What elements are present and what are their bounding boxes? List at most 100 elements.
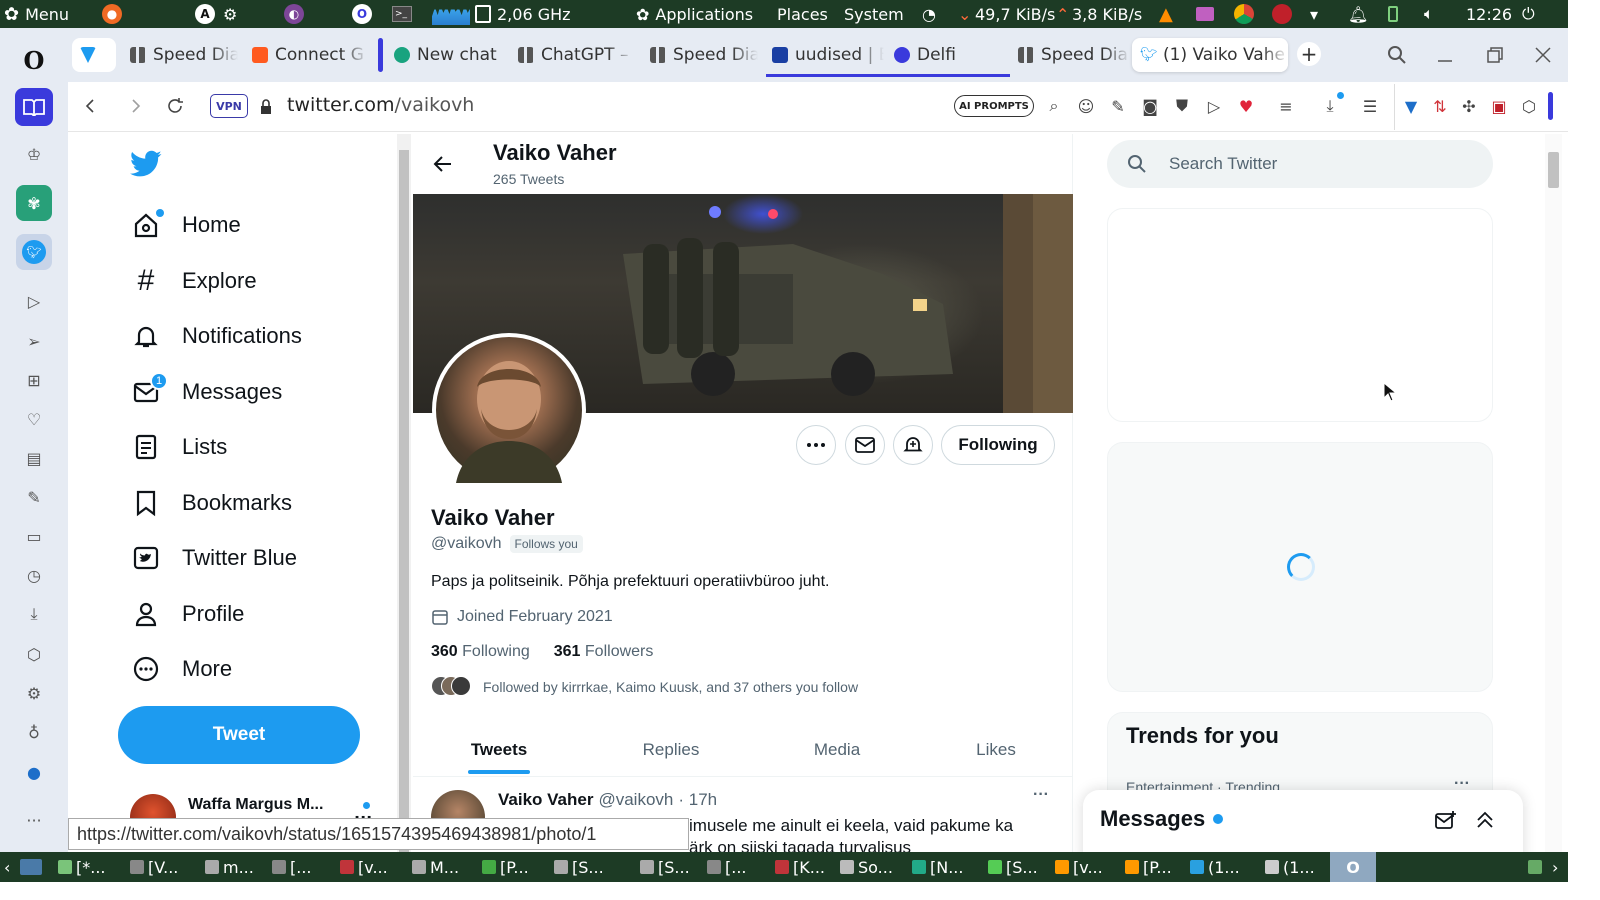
workspace-icon[interactable] (15, 88, 53, 126)
heart-icon[interactable]: ♡ (22, 407, 46, 431)
profile-avatar[interactable] (432, 333, 586, 487)
places-menu[interactable]: Places (777, 0, 828, 28)
tweet-time[interactable]: · 17h (678, 790, 717, 810)
restore-icon[interactable] (1480, 40, 1510, 70)
taskbar-item[interactable]: (1... (1190, 852, 1240, 882)
send-icon[interactable]: ➢ (22, 329, 46, 353)
tab-delfi[interactable]: Delfi (886, 38, 1006, 72)
tor-launcher-icon[interactable]: ◐ (284, 0, 304, 28)
left-scrollbar[interactable] (397, 134, 411, 852)
vlc-tray-icon[interactable]: ▲ (1159, 0, 1173, 28)
page-scrollbar[interactable] (1545, 134, 1562, 852)
easy-setup-icon[interactable]: ☰ (1360, 96, 1380, 116)
tab-speed-dial-2[interactable]: Speed Dia (642, 38, 758, 72)
nav-profile[interactable]: Profile (132, 592, 244, 636)
nav-more[interactable]: More (132, 647, 232, 691)
history-icon[interactable]: ◷ (22, 563, 46, 587)
volume-icon[interactable]: 🔈︎ (1424, 0, 1434, 28)
extensions-cube-icon[interactable]: ⬡ (22, 642, 46, 666)
forward-icon[interactable] (126, 96, 146, 116)
downloads-icon[interactable]: ⤓ (22, 602, 46, 626)
followers-link[interactable]: 361 Followers (554, 643, 654, 661)
taskbar-item[interactable]: [P... (482, 852, 529, 882)
battery-icon[interactable] (1388, 0, 1398, 28)
url-field[interactable]: twitter.com/vaikovh (287, 94, 474, 116)
back-arrow-icon[interactable] (433, 154, 453, 174)
tab-search-icon[interactable] (1382, 40, 1412, 70)
applications-menu[interactable]: ✿ Applications (636, 0, 753, 28)
player-icon[interactable]: ▷ (22, 289, 46, 313)
emoji-icon[interactable]: ☺ (1076, 96, 1096, 116)
extension-red-icon[interactable]: ▣ (1489, 96, 1509, 116)
tips-bulb-icon[interactable]: ♁ (22, 720, 46, 744)
taskbar-item[interactable]: M... (412, 852, 459, 882)
nav-messages[interactable]: 1 Messages (132, 370, 282, 414)
extension-shield-icon[interactable]: ▼ (1401, 96, 1421, 116)
ai-prompts-button[interactable]: AI PROMPTS (954, 95, 1034, 117)
taskbar-item[interactable]: [V... (130, 852, 178, 882)
show-desktop-icon[interactable] (20, 852, 42, 882)
wifi-signal-icon[interactable]: ▾ (1310, 0, 1318, 28)
tab-tweets[interactable]: Tweets (431, 724, 567, 776)
extension-puzzle-icon[interactable]: ✣ (1459, 96, 1479, 116)
nav-explore[interactable]: # Explore (132, 259, 257, 303)
tab-speed-dial-1[interactable]: Speed Dial (122, 38, 238, 72)
shield-icon[interactable]: ⛊ (1172, 96, 1192, 116)
back-icon[interactable] (80, 96, 100, 116)
edit-icon[interactable]: ✎ (22, 485, 46, 509)
tweet-author[interactable]: Vaiko Vaher (498, 790, 593, 810)
redshift-tray-icon[interactable] (1272, 0, 1292, 28)
taskbar-item[interactable]: [v... (340, 852, 388, 882)
reload-icon[interactable] (165, 96, 185, 116)
messages-dock[interactable]: Messages (1083, 790, 1523, 852)
media-tray-icon[interactable] (1196, 0, 1214, 28)
taskbar-item[interactable]: [K... (775, 852, 825, 882)
taskbar-item[interactable]: [S... (554, 852, 604, 882)
minimize-icon[interactable] (1430, 40, 1460, 70)
twitter-sidebar-icon[interactable]: 🐦︎ (16, 234, 52, 270)
tab-chatgpt[interactable]: ChatGPT – (510, 38, 634, 72)
download-icon[interactable]: ⤓ (1320, 92, 1344, 116)
taskbar-item[interactable]: [N... (912, 852, 963, 882)
tab-active-twitter[interactable]: 🐦︎ (1) Vaiko Vahe (1132, 38, 1288, 72)
accessibility-icon[interactable]: A (195, 0, 215, 28)
send-arrow-icon[interactable]: ▷ (1204, 96, 1224, 116)
news-icon[interactable]: ▤ (22, 446, 46, 470)
battery-saver-icon[interactable]: ≡ (1276, 96, 1296, 116)
nav-lists[interactable]: Lists (132, 425, 227, 469)
expand-chevrons-icon[interactable] (1475, 810, 1495, 830)
search-input[interactable]: Search Twitter (1107, 140, 1493, 188)
opera-menu-icon[interactable]: O (16, 42, 52, 78)
extension-arrows-icon[interactable]: ⇅ (1430, 96, 1450, 116)
taskbar-active-opera[interactable]: O (1330, 852, 1376, 882)
chrome-tray-icon[interactable] (1234, 0, 1254, 28)
close-window-icon[interactable] (1528, 40, 1558, 70)
taskbar-item[interactable]: m... (205, 852, 254, 882)
tab-replies[interactable]: Replies (603, 724, 739, 776)
power-icon[interactable]: ⏻ (1522, 0, 1535, 28)
lock-icon[interactable] (256, 97, 276, 117)
taskbar-item[interactable]: [*... (58, 852, 106, 882)
compose-icon[interactable]: ✎ (1108, 96, 1128, 116)
new-message-icon[interactable] (1435, 810, 1457, 830)
nav-notifications[interactable]: Notifications (132, 314, 302, 358)
tab-pinned[interactable] (72, 38, 116, 72)
settings-icon[interactable]: ⚙ (22, 681, 46, 705)
taskbar-item[interactable]: [... (707, 852, 747, 882)
sidebar-toggle[interactable] (1548, 92, 1553, 120)
tab-likes[interactable]: Likes (928, 724, 1064, 776)
message-button[interactable] (845, 425, 885, 465)
trash-icon[interactable] (1528, 852, 1542, 882)
tab-uudised[interactable]: uudised | E (764, 38, 884, 72)
sidebar-more-icon[interactable]: ··· (22, 808, 46, 832)
notification-bell-tray-icon[interactable]: 🔔︎ (1348, 0, 1368, 28)
terminal-launcher-icon[interactable]: >_ (392, 0, 412, 28)
tweet-button[interactable]: Tweet (118, 706, 360, 764)
nav-bookmarks[interactable]: Bookmarks (132, 481, 292, 525)
taskbar-item[interactable]: [P... (1125, 852, 1172, 882)
chat-search-icon[interactable]: ⌕ (1044, 96, 1064, 116)
camera-icon[interactable]: ◙ (1140, 96, 1160, 116)
tab-connect[interactable]: Connect G (244, 38, 368, 72)
taskbar-scroll-right-icon[interactable]: › (1552, 852, 1558, 882)
opera-launcher-icon[interactable]: O (352, 0, 372, 28)
